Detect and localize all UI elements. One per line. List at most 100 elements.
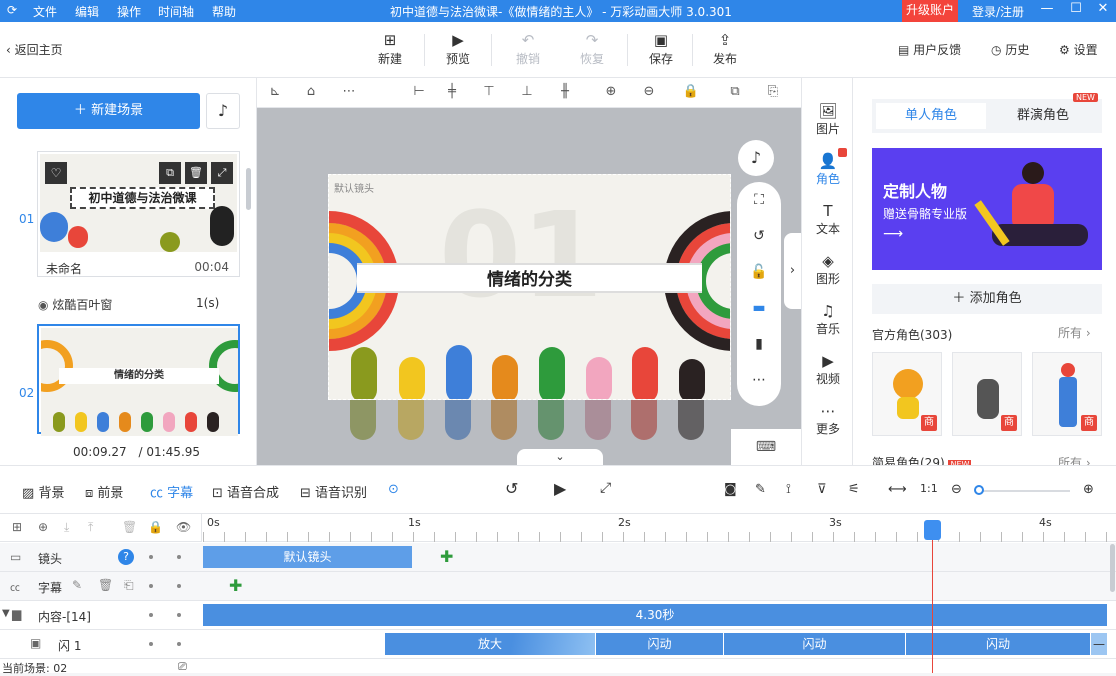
unlock-icon[interactable]: 🔓: [749, 264, 769, 280]
timeline-scrollbar[interactable]: [1110, 544, 1115, 592]
background-tool[interactable]: ▨ 背景: [22, 482, 64, 501]
play-icon[interactable]: ▶: [554, 479, 566, 498]
category-text[interactable]: T 文本: [802, 202, 854, 237]
visibility-dot[interactable]: [149, 584, 153, 588]
minimize-icon[interactable]: —: [1036, 1, 1058, 21]
close-icon[interactable]: ✕: [1092, 1, 1114, 21]
category-more[interactable]: ⋯ 更多: [802, 402, 854, 437]
tts-tool[interactable]: ⊡ 语音合成: [212, 482, 279, 501]
scene-scrollbar[interactable]: [246, 168, 251, 210]
landscape-icon[interactable]: ▬: [749, 300, 769, 316]
ruler-icon[interactable]: ⊾: [265, 84, 285, 102]
maximize-icon[interactable]: ☐: [1065, 1, 1087, 21]
paste-icon[interactable]: ⎘: [763, 84, 783, 102]
lock-dot[interactable]: [177, 613, 181, 617]
anim-clip[interactable]: 闪动: [596, 633, 723, 655]
custom-role-banner[interactable]: 定制人物 赠送骨骼专业版 ⟶: [872, 148, 1102, 270]
role-item-clown[interactable]: 商: [1032, 352, 1102, 436]
collapse-arrow-icon[interactable]: ▼: [2, 608, 10, 619]
edit-icon[interactable]: ✎: [755, 482, 766, 497]
role-item-lion[interactable]: 商: [872, 352, 942, 436]
rewind-icon[interactable]: ↺: [505, 479, 518, 498]
tab-single-role[interactable]: 单人角色: [876, 103, 986, 129]
scene-card-1[interactable]: 初中道德与法治微课 ♡ ⧉ 🗑 ⤢ 未命名 00:04: [37, 151, 240, 277]
asr-tool[interactable]: ⊟ 语音识别: [300, 482, 367, 501]
collapse-chevron-icon[interactable]: ⌄: [517, 449, 603, 465]
time-ruler[interactable]: 0s 1s 2s 3s 4s: [203, 514, 1116, 542]
new-button[interactable]: ⊞ 新建: [365, 30, 415, 67]
home-icon[interactable]: ⌂: [301, 84, 321, 102]
anim-clip[interactable]: 放大: [385, 633, 595, 655]
category-role[interactable]: 👤 角色: [802, 148, 854, 187]
tab-group-role[interactable]: 群演角色: [988, 103, 1098, 129]
lock-dot[interactable]: [177, 584, 181, 588]
zoom-in-icon[interactable]: ⊕: [601, 84, 621, 102]
camera-clip[interactable]: 默认镜头: [203, 546, 412, 568]
app-logo-icon[interactable]: ⟳: [7, 3, 17, 17]
edit-icon[interactable]: ✎: [72, 578, 82, 592]
redo-button[interactable]: ↷ 恢复: [567, 30, 617, 67]
emotion-blob[interactable]: [351, 347, 377, 399]
preview-button[interactable]: ▶ 预览: [433, 30, 483, 67]
track-element[interactable]: ▣ 闪 1 放大 闪动 闪动 闪动 —: [0, 630, 1116, 659]
trash-icon[interactable]: 🗑: [185, 162, 207, 184]
login-link[interactable]: 登录/注册: [972, 3, 1024, 20]
more-tools-icon[interactable]: ⊙: [388, 482, 399, 497]
category-music[interactable]: ♫ 音乐: [802, 302, 854, 337]
new-scene-button[interactable]: ＋ 新建场景: [17, 93, 200, 129]
ratio-icon[interactable]: 1:1: [920, 482, 938, 495]
keyboard-icon[interactable]: ⌨: [731, 429, 801, 465]
subtitle-tool[interactable]: ㏄ 字幕: [150, 482, 193, 501]
zoom-out-icon[interactable]: ⊖: [951, 482, 962, 497]
portrait-icon[interactable]: ▮: [749, 336, 769, 352]
anim-end-handle[interactable]: —: [1091, 633, 1107, 655]
help-icon[interactable]: ?: [118, 549, 134, 565]
playhead-handle[interactable]: [924, 520, 941, 540]
lock-icon[interactable]: 🔒: [681, 84, 701, 102]
add-keyframe-icon[interactable]: ✚: [229, 576, 242, 595]
split-icon[interactable]: ⟟: [786, 482, 791, 497]
align-bottom-icon[interactable]: ⊥: [517, 84, 537, 102]
add-role-button[interactable]: ＋ 添加角色: [872, 284, 1102, 314]
zoom-out-icon[interactable]: ⊖: [639, 84, 659, 102]
content-clip[interactable]: 4.30秒: [203, 604, 1107, 626]
rotate-icon[interactable]: ↺: [749, 228, 769, 244]
visibility-dot[interactable]: [149, 642, 153, 646]
filter-icon[interactable]: ⊽: [817, 482, 827, 497]
zoom-slider-handle[interactable]: [974, 485, 984, 495]
emotion-blob[interactable]: [586, 357, 612, 399]
music-note-icon[interactable]: ♪: [738, 140, 774, 176]
camera-icon[interactable]: ◙: [724, 482, 737, 497]
emotion-blob[interactable]: [399, 357, 425, 399]
import-icon[interactable]: ⎗: [124, 578, 134, 593]
history-link[interactable]: ◷ 历史: [991, 41, 1029, 58]
copy-icon[interactable]: ⧉: [725, 84, 745, 102]
save-button[interactable]: ▣ 保存: [636, 30, 686, 67]
fit-width-icon[interactable]: ⟷: [888, 482, 907, 497]
lock-dot[interactable]: [177, 642, 181, 646]
feedback-link[interactable]: ▤ 用户反馈: [898, 41, 961, 58]
scene-card-2[interactable]: 情绪的分类: [37, 324, 240, 436]
music-button[interactable]: ♪: [206, 93, 240, 129]
add-track-icon[interactable]: ⊕: [38, 520, 48, 534]
more-dots-icon[interactable]: ⋯: [749, 372, 769, 388]
trash-icon[interactable]: 🗑: [98, 578, 113, 592]
lock-dot[interactable]: [177, 555, 181, 559]
zoom-in-icon[interactable]: ⊕: [1083, 482, 1094, 497]
add-keyframe-icon[interactable]: ✚: [440, 547, 453, 566]
upgrade-button[interactable]: 升级账户: [902, 0, 958, 22]
fullscreen-icon[interactable]: ⤢: [600, 480, 611, 496]
align-middle-icon[interactable]: ╫: [555, 84, 575, 102]
emotion-blob[interactable]: [632, 347, 658, 399]
category-image[interactable]: 🖼 图片: [802, 102, 854, 137]
scene-icon[interactable]: ⎚: [178, 660, 187, 674]
align-left-icon[interactable]: ⊢: [409, 84, 429, 102]
emotion-blob[interactable]: [446, 345, 472, 399]
role-item-cat[interactable]: 商: [952, 352, 1022, 436]
publish-button[interactable]: ⇪ 发布: [700, 30, 750, 67]
more-dots-icon[interactable]: ⋯: [339, 84, 359, 102]
all-link[interactable]: 所有 ›: [1058, 324, 1091, 341]
move-down-icon[interactable]: ⤓: [64, 520, 69, 535]
track-subtitle[interactable]: ㏄ 字幕 ✎ 🗑 ⎗ ✚: [0, 572, 1116, 601]
anim-clip[interactable]: 闪动: [724, 633, 905, 655]
